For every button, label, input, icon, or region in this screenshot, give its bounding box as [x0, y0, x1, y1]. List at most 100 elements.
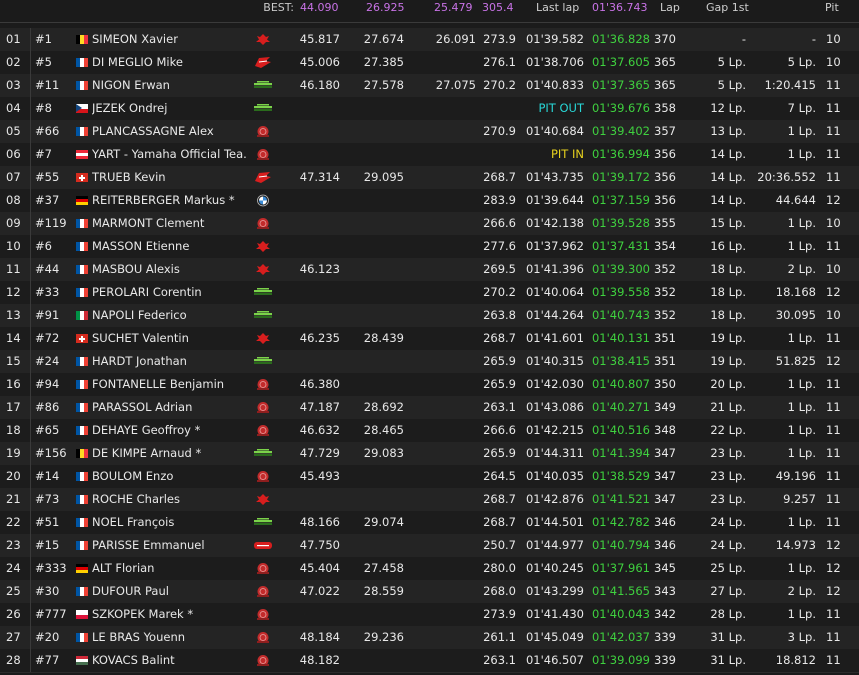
row-divider [30, 212, 31, 235]
position-cell: 13 [6, 308, 21, 322]
sector-2-cell: 28.692 [363, 400, 404, 414]
speed-cell: 273.9 [483, 32, 516, 46]
rider-number-cell: #1 [35, 32, 52, 46]
lap-count-cell: 358 [654, 101, 676, 115]
gap-prev-cell: 1 Lp. [787, 147, 816, 161]
last-lap-cell: 01'43.086 [525, 400, 584, 414]
rider-name-cell: DI MEGLIO Mike [92, 55, 183, 69]
row-divider [30, 373, 31, 396]
standings-row[interactable]: 15 #24 HARDT Jonathan 265.9 01'40.315 01'38.4… [0, 350, 859, 374]
rider-name-cell: MASSON Etienne [92, 239, 190, 253]
sector-1-cell: 46.380 [299, 377, 340, 391]
best-lap-cell: 01'40.794 [591, 538, 650, 552]
best-lap-cell: 01'40.743 [591, 308, 650, 322]
last-lap-cell: 01'40.833 [525, 78, 584, 92]
best-lap-cell: 01'37.365 [591, 78, 650, 92]
best-sector-2: 26.925 [366, 1, 405, 14]
standings-row[interactable]: 27 #20 LE BRAS Youenn 48.184 29.236 261.1 01'4… [0, 626, 859, 650]
standings-row[interactable]: 21 #73 ROCHE Charles 268.7 01'42.876 01'41.52… [0, 488, 859, 512]
speed-cell: 268.7 [483, 170, 516, 184]
pit-count-cell: 11 [826, 101, 841, 115]
yamaha-logo-icon [257, 655, 269, 666]
standings-row[interactable]: 22 #51 NOEL François 48.166 29.074 268.7 01'44… [0, 511, 859, 535]
row-divider [30, 235, 31, 258]
standings-row[interactable]: 01 #1 SIMEON Xavier 45.817 27.674 26.091 273.9… [0, 28, 859, 52]
standings-row[interactable]: 19 #156 DE KIMPE Arnaud * 47.729 29.083 265.9… [0, 442, 859, 466]
standings-row[interactable]: 14 #72 SUCHET Valentin 46.235 28.439 268.7 01'… [0, 327, 859, 351]
best-label: BEST: [263, 1, 294, 14]
lap-header[interactable]: Lap [660, 1, 688, 15]
standings-row[interactable]: 26 #777 SZKOPEK Marek * 273.9 01'41.430 01'40… [0, 603, 859, 627]
standings-row[interactable]: 03 #11 NIGON Erwan 46.180 27.578 27.075 270.2 0… [0, 74, 859, 98]
standings-row[interactable]: 23 #15 PARISSE Emmanuel 47.750 250.7 01'44.97… [0, 534, 859, 558]
sector-1-cell: 45.404 [299, 561, 340, 575]
gap-first-header[interactable]: Gap 1st [706, 1, 754, 15]
speed-cell: 280.0 [483, 561, 516, 575]
standings-row[interactable]: 16 #94 FONTANELLE Benjamin 46.380 265.9 01'42… [0, 373, 859, 397]
position-cell: 11 [6, 262, 21, 276]
standings-row[interactable]: 12 #33 PEROLARI Corentin 270.2 01'40.064 01'3… [0, 281, 859, 305]
lap-count-cell: 343 [654, 584, 676, 598]
best-sector-1: 44.090 [300, 1, 339, 14]
last-lap-header[interactable]: Last lap [536, 1, 586, 15]
speed-cell: 268.7 [483, 331, 516, 345]
best-lap-cell: 01'41.565 [591, 584, 650, 598]
sector-2-cell: 27.385 [363, 55, 404, 69]
standings-row[interactable]: 11 #44 MASBOU Alexis 46.123 269.5 01'41.396 01… [0, 258, 859, 282]
standings-row[interactable]: 24 #333 ALT Florian 45.404 27.458 280.0 01'40.… [0, 557, 859, 581]
standings-row[interactable]: 08 #37 REITERBERGER Markus * 283.9 01'39.644… [0, 189, 859, 213]
sector-2-cell: 27.674 [363, 32, 404, 46]
rider-name-cell: DEHAYE Geoffroy * [92, 423, 201, 437]
best-lap-cell: 01'39.300 [591, 262, 650, 276]
best-lap-cell: 01'40.516 [591, 423, 650, 437]
sector-1-cell: 48.166 [299, 515, 340, 529]
standings-row[interactable]: 25 #30 DUFOUR Paul 47.022 28.559 268.0 01'43.2… [0, 580, 859, 604]
yamaha-logo-icon [257, 609, 269, 620]
last-lap-cell: 01'44.501 [525, 515, 584, 529]
sector-1-cell: 47.750 [299, 538, 340, 552]
rider-name-cell: REITERBERGER Markus * [92, 193, 235, 207]
best-lap-cell: 01'40.043 [591, 607, 650, 621]
standings-row[interactable]: 07 #55 TRUEB Kevin 47.314 29.095 268.7 01'43.7… [0, 166, 859, 190]
lap-count-cell: 365 [654, 78, 676, 92]
sector-1-cell: 45.006 [299, 55, 340, 69]
standings-row[interactable]: 04 #8 JEZEK Ondrej PIT OUT 01'39.676 358 12 Lp… [0, 97, 859, 121]
standings-row[interactable]: 10 #6 MASSON Etienne 277.6 01'37.962 01'37.43… [0, 235, 859, 259]
standings-row[interactable]: 28 #77 KOVACS Balint 48.182 263.1 01'46.507 01… [0, 649, 859, 673]
best-lap-cell: 01'38.529 [591, 469, 650, 483]
standings-row[interactable]: 06 #7 YART - Yamaha Official Tea... PIT IN 0… [0, 143, 859, 167]
gap-first-cell: 25 Lp. [710, 561, 746, 575]
best-lap-cell: 01'40.271 [591, 400, 650, 414]
pit-header[interactable]: Pit [825, 1, 859, 15]
rider-number-cell: #5 [35, 55, 52, 69]
lap-count-cell: 370 [654, 32, 676, 46]
kawasaki-logo-icon [254, 357, 272, 364]
position-cell: 17 [6, 400, 21, 414]
standings-row[interactable]: 18 #65 DEHAYE Geoffroy * 46.632 28.465 266.6 0… [0, 419, 859, 443]
rider-number-cell: #11 [35, 78, 60, 92]
lap-count-cell: 355 [654, 216, 676, 230]
speed-cell: 263.1 [483, 400, 516, 414]
standings-row[interactable]: 20 #14 BOULOM Enzo 45.493 264.5 01'40.035 01'3… [0, 465, 859, 489]
standings-row[interactable]: 05 #66 PLANCASSAGNE Alex 270.9 01'40.684 01'3… [0, 120, 859, 144]
speed-cell: 270.2 [483, 285, 516, 299]
pit-count-cell: 12 [826, 538, 841, 552]
last-lap-cell: 01'37.962 [525, 239, 584, 253]
standings-row[interactable]: 17 #86 PARASSOL Adrian 47.187 28.692 263.1 01'… [0, 396, 859, 420]
gap-prev-cell: 1 Lp. [787, 607, 816, 621]
country-flag-icon [76, 288, 88, 297]
pit-count-cell: 11 [826, 331, 841, 345]
standings-row[interactable]: 02 #5 DI MEGLIO Mike 45.006 27.385 276.1 01'38… [0, 51, 859, 75]
speed-cell: 268.7 [483, 492, 516, 506]
speed-cell: 269.5 [483, 262, 516, 276]
standings-row[interactable]: 09 #119 MARMONT Clement 266.6 01'42.138 01'39… [0, 212, 859, 236]
last-lap-cell: 01'42.138 [525, 216, 584, 230]
pit-count-cell: 10 [826, 216, 841, 230]
best-lap-cell: 01'41.394 [591, 446, 650, 460]
standings-row[interactable]: 13 #91 NAPOLI Federico 263.8 01'44.264 01'40.… [0, 304, 859, 328]
rider-number-cell: #7 [35, 147, 52, 161]
lap-count-cell: 352 [654, 285, 676, 299]
sector-2-cell: 27.578 [363, 78, 404, 92]
pit-count-cell: 10 [826, 55, 841, 69]
sector-3-cell: 26.091 [435, 32, 476, 46]
